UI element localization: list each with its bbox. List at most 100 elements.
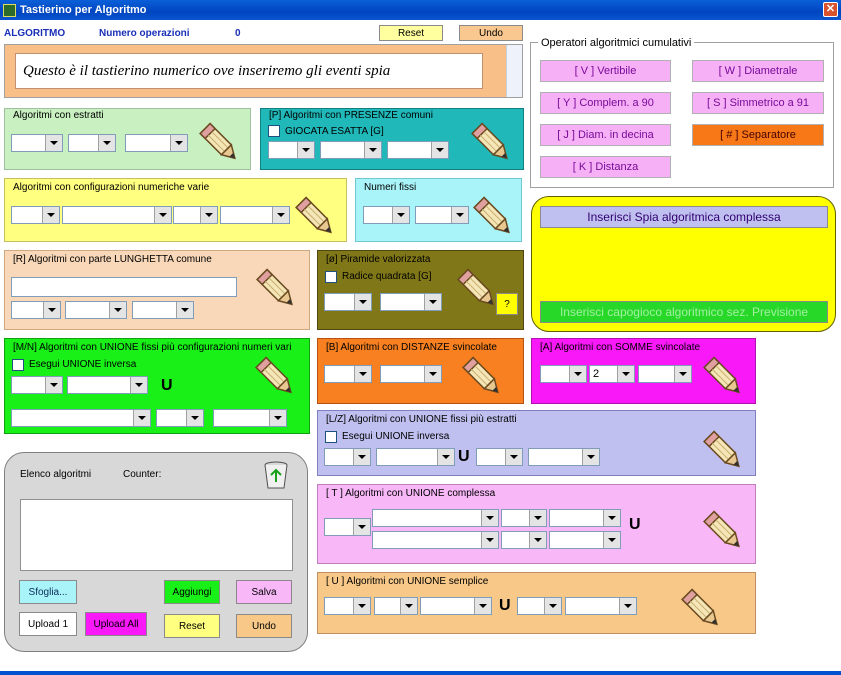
unione-lz-title: [L/Z] Algoritmi con UNIONE fissi più est… <box>326 414 517 425</box>
pencil-icon[interactable] <box>468 118 516 166</box>
sfoglia-button[interactable]: Sfoglia... <box>19 580 77 604</box>
unione-u-title: [ U ] Algoritmi con UNIONE semplice <box>326 576 489 587</box>
scrollbar[interactable] <box>506 45 522 97</box>
diametrale-button[interactable]: [ W ] Diametrale <box>692 60 824 82</box>
spy-input-text: Questo è il tastierino numerico ove inse… <box>23 63 391 79</box>
unione-t-dropdown-7[interactable] <box>549 531 621 549</box>
unione-mn-dropdown-5[interactable] <box>213 409 287 427</box>
unione-t-dropdown-3[interactable] <box>501 509 547 527</box>
pencil-icon[interactable] <box>470 192 518 240</box>
counter-label: Counter: <box>123 469 162 480</box>
somme-dropdown-1[interactable] <box>540 365 587 383</box>
pencil-icon[interactable] <box>459 352 507 400</box>
app-icon <box>3 3 16 17</box>
pencil-icon[interactable] <box>678 584 726 632</box>
inserisci-spia-button[interactable]: Inserisci Spia algoritmica complessa <box>540 206 828 228</box>
estratti-dropdown-3[interactable] <box>125 134 188 152</box>
piramide-dropdown-1[interactable] <box>324 293 372 311</box>
unione-mn-dropdown-3[interactable] <box>11 409 151 427</box>
somme-dropdown-3[interactable] <box>638 365 692 383</box>
lunghetta-dropdown-2[interactable] <box>65 301 127 319</box>
elenco-reset-button[interactable]: Reset <box>164 614 220 638</box>
unione-u-dropdown-5[interactable] <box>565 597 637 615</box>
inserisci-capogioco-button[interactable]: Inserisci capogioco algoritmico sez. Pre… <box>540 301 828 323</box>
unione-t-dropdown-5[interactable] <box>372 531 499 549</box>
lunghetta-textbox[interactable] <box>11 277 237 297</box>
recycle-bin-icon[interactable] <box>259 457 293 491</box>
giocata-checkbox[interactable] <box>268 125 280 137</box>
vertibile-button[interactable]: [ V ] Vertibile <box>540 60 671 82</box>
union-symbol: U <box>161 377 173 394</box>
pencil-icon[interactable] <box>253 264 301 312</box>
fissi-dropdown-1[interactable] <box>363 206 410 224</box>
estratti-dropdown-2[interactable] <box>68 134 116 152</box>
unione-mn-dropdown-4[interactable] <box>156 409 204 427</box>
upload1-button[interactable]: Upload 1 <box>19 612 77 636</box>
esegui-unione-checkbox-2[interactable] <box>325 431 337 443</box>
unione-t-dropdown-2[interactable] <box>372 509 499 527</box>
window-title: Tastierino per Algoritmo <box>20 4 147 16</box>
pencil-icon[interactable] <box>700 352 748 400</box>
unione-mn-dropdown-2[interactable] <box>67 376 148 394</box>
upload-all-button[interactable]: Upload All <box>85 612 147 636</box>
lunghetta-dropdown-3[interactable] <box>132 301 194 319</box>
presenze-dropdown-2[interactable] <box>320 141 382 159</box>
aggiungi-button[interactable]: Aggiungi <box>164 580 220 604</box>
estratti-dropdown-1[interactable] <box>11 134 63 152</box>
simmetrico-button[interactable]: [ S ] Simmetrico a 91 <box>692 92 824 114</box>
unione-t-panel: [ T ] Algoritmi con UNIONE complessa U <box>317 484 756 564</box>
unione-lz-dropdown-4[interactable] <box>528 448 600 466</box>
unione-t-dropdown-1[interactable] <box>324 518 371 536</box>
estratti-title: Algoritmi con estratti <box>13 110 104 121</box>
pencil-icon[interactable] <box>700 426 748 474</box>
window-bottom-border <box>0 671 841 675</box>
pencil-icon[interactable] <box>454 264 502 312</box>
spia-panel: Inserisci Spia algoritmica complessa Ins… <box>531 196 836 332</box>
elenco-panel: Elenco algoritmi Counter: Sfoglia... Agg… <box>4 452 308 652</box>
unione-u-dropdown-4[interactable] <box>517 597 562 615</box>
fissi-dropdown-2[interactable] <box>415 206 469 224</box>
presenze-dropdown-1[interactable] <box>268 141 315 159</box>
config-dropdown-2[interactable] <box>62 206 172 224</box>
pencil-icon[interactable] <box>252 352 300 400</box>
unione-lz-dropdown-3[interactable] <box>476 448 523 466</box>
reset-button[interactable]: Reset <box>379 25 443 41</box>
undo-button[interactable]: Undo <box>459 25 523 41</box>
unione-lz-dropdown-1[interactable] <box>324 448 371 466</box>
pencil-icon[interactable] <box>700 506 748 554</box>
distanza-button[interactable]: [ K ] Distanza <box>540 156 671 178</box>
somme-dropdown-2-value: 2 <box>593 368 600 380</box>
esegui-unione-checkbox-1[interactable] <box>12 359 24 371</box>
close-button[interactable]: ✕ <box>823 2 838 17</box>
pencil-icon[interactable] <box>292 192 340 240</box>
pencil-icon[interactable] <box>196 118 244 166</box>
complem-button[interactable]: [ Y ] Complem. a 90 <box>540 92 671 114</box>
distanze-dropdown-2[interactable] <box>380 365 442 383</box>
salva-button[interactable]: Salva <box>236 580 292 604</box>
distanze-dropdown-1[interactable] <box>324 365 372 383</box>
config-title: Algoritmi con configurazioni numeriche v… <box>13 182 210 193</box>
piramide-dropdown-2[interactable] <box>380 293 442 311</box>
unione-t-dropdown-4[interactable] <box>549 509 621 527</box>
giocata-label: GIOCATA ESATTA [G] <box>285 126 384 137</box>
unione-u-dropdown-2[interactable] <box>374 597 418 615</box>
spy-input-area[interactable]: Questo è il tastierino numerico ove inse… <box>4 44 523 98</box>
algorithm-list[interactable] <box>20 499 293 571</box>
unione-u-dropdown-1[interactable] <box>324 597 371 615</box>
unione-mn-dropdown-1[interactable] <box>11 376 63 394</box>
elenco-undo-button[interactable]: Undo <box>236 614 292 638</box>
unione-lz-dropdown-2[interactable] <box>376 448 455 466</box>
diam-decina-button[interactable]: [ J ] Diam. in decina <box>540 124 671 146</box>
config-dropdown-1[interactable] <box>11 206 60 224</box>
config-dropdown-3[interactable] <box>173 206 218 224</box>
radice-checkbox[interactable] <box>325 271 337 283</box>
separatore-button[interactable]: [ # ] Separatore <box>692 124 824 146</box>
unione-t-dropdown-6[interactable] <box>501 531 547 549</box>
config-dropdown-4[interactable] <box>220 206 290 224</box>
unione-u-dropdown-3[interactable] <box>420 597 492 615</box>
somme-dropdown-2[interactable]: 2 <box>589 365 635 383</box>
lunghetta-dropdown-1[interactable] <box>11 301 61 319</box>
presenze-dropdown-3[interactable] <box>387 141 449 159</box>
union-symbol: U <box>499 597 511 614</box>
piramide-title: [ø] Piramide valorizzata <box>326 254 431 265</box>
